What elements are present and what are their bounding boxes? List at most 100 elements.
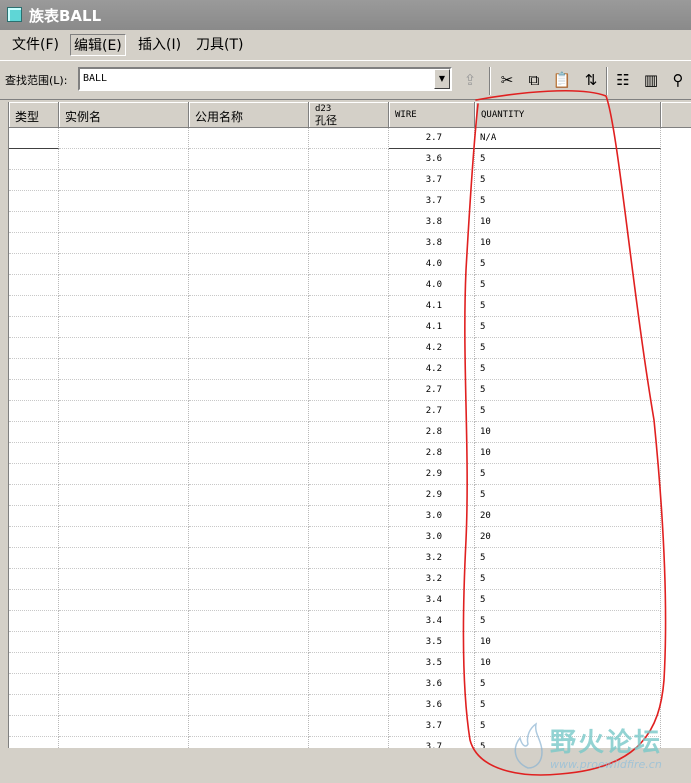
- cell-type[interactable]: [9, 338, 59, 359]
- cell-instance[interactable]: [59, 338, 189, 359]
- cell-common-name[interactable]: [189, 191, 309, 212]
- find-icon[interactable]: ⚲: [668, 70, 688, 90]
- cell-instance[interactable]: [59, 506, 189, 527]
- cell-quantity[interactable]: N/A: [475, 128, 661, 149]
- cell-common-name[interactable]: [189, 548, 309, 569]
- cell-wire[interactable]: 4.1: [389, 317, 475, 338]
- cell-d23[interactable]: [309, 338, 389, 359]
- cell-instance[interactable]: [59, 317, 189, 338]
- cell-type[interactable]: [9, 191, 59, 212]
- column-header-quantity[interactable]: QUANTITY: [475, 102, 661, 128]
- cell-wire[interactable]: 3.0: [389, 506, 475, 527]
- chevron-down-icon[interactable]: ▼: [434, 69, 450, 89]
- cell-d23[interactable]: [309, 422, 389, 443]
- cell-type[interactable]: [9, 233, 59, 254]
- cell-d23[interactable]: [309, 317, 389, 338]
- cell-common-name[interactable]: [189, 212, 309, 233]
- cell-common-name[interactable]: [189, 296, 309, 317]
- cell-common-name[interactable]: [189, 338, 309, 359]
- cell-wire[interactable]: 2.7: [389, 128, 475, 149]
- cell-type[interactable]: [9, 506, 59, 527]
- cell-d23[interactable]: [309, 485, 389, 506]
- cell-instance[interactable]: [59, 443, 189, 464]
- cell-d23[interactable]: [309, 464, 389, 485]
- cell-instance[interactable]: [59, 170, 189, 191]
- cell-common-name[interactable]: [189, 590, 309, 611]
- cell-quantity[interactable]: 5: [475, 485, 661, 506]
- paste-icon[interactable]: 📋: [552, 70, 572, 90]
- cell-wire[interactable]: 2.9: [389, 485, 475, 506]
- cell-type[interactable]: [9, 359, 59, 380]
- cell-wire[interactable]: 2.8: [389, 422, 475, 443]
- cell-d23[interactable]: [309, 674, 389, 695]
- cell-type[interactable]: [9, 254, 59, 275]
- column-header-instance[interactable]: 实例名: [59, 102, 189, 128]
- cell-type[interactable]: [9, 296, 59, 317]
- cell-wire[interactable]: 3.7: [389, 170, 475, 191]
- cell-wire[interactable]: 3.8: [389, 212, 475, 233]
- cell-type[interactable]: [9, 422, 59, 443]
- cell-quantity[interactable]: 5: [475, 611, 661, 632]
- cell-common-name[interactable]: [189, 464, 309, 485]
- cell-type[interactable]: [9, 716, 59, 737]
- cell-instance[interactable]: [59, 191, 189, 212]
- cell-wire[interactable]: 3.4: [389, 590, 475, 611]
- menu-file[interactable]: 文件(F): [9, 34, 62, 56]
- cell-common-name[interactable]: [189, 254, 309, 275]
- cell-common-name[interactable]: [189, 149, 309, 170]
- cell-d23[interactable]: [309, 506, 389, 527]
- cell-d23[interactable]: [309, 128, 389, 149]
- cell-quantity[interactable]: 5: [475, 674, 661, 695]
- cell-type[interactable]: [9, 128, 59, 149]
- cell-quantity[interactable]: 20: [475, 506, 661, 527]
- cell-instance[interactable]: [59, 359, 189, 380]
- cell-instance[interactable]: [59, 716, 189, 737]
- cell-instance[interactable]: [59, 653, 189, 674]
- cell-type[interactable]: [9, 632, 59, 653]
- cell-instance[interactable]: [59, 548, 189, 569]
- cell-common-name[interactable]: [189, 443, 309, 464]
- column-header-wire[interactable]: WIRE: [389, 102, 475, 128]
- cell-common-name[interactable]: [189, 128, 309, 149]
- cell-instance[interactable]: [59, 569, 189, 590]
- cell-instance[interactable]: [59, 380, 189, 401]
- cut-icon[interactable]: ✂: [497, 70, 517, 90]
- cell-common-name[interactable]: [189, 317, 309, 338]
- cell-d23[interactable]: [309, 737, 389, 748]
- cell-type[interactable]: [9, 653, 59, 674]
- cell-d23[interactable]: [309, 653, 389, 674]
- cell-instance[interactable]: [59, 674, 189, 695]
- cell-common-name[interactable]: [189, 506, 309, 527]
- cell-common-name[interactable]: [189, 695, 309, 716]
- cell-instance[interactable]: [59, 527, 189, 548]
- cell-instance[interactable]: [59, 422, 189, 443]
- menu-edit[interactable]: 编辑(E): [70, 34, 126, 56]
- cell-wire[interactable]: 3.7: [389, 737, 475, 748]
- up-folder-icon[interactable]: ⇪: [460, 70, 480, 90]
- cell-instance[interactable]: [59, 254, 189, 275]
- cell-wire[interactable]: 3.7: [389, 716, 475, 737]
- cell-quantity[interactable]: 5: [475, 695, 661, 716]
- cell-d23[interactable]: [309, 296, 389, 317]
- cell-quantity[interactable]: 10: [475, 653, 661, 674]
- cell-wire[interactable]: 3.8: [389, 233, 475, 254]
- cell-instance[interactable]: [59, 737, 189, 748]
- cell-common-name[interactable]: [189, 233, 309, 254]
- cell-d23[interactable]: [309, 443, 389, 464]
- cell-common-name[interactable]: [189, 380, 309, 401]
- column-header-type[interactable]: 类型: [9, 102, 59, 128]
- cell-d23[interactable]: [309, 212, 389, 233]
- cell-type[interactable]: [9, 611, 59, 632]
- cell-type[interactable]: [9, 212, 59, 233]
- cell-wire[interactable]: 2.7: [389, 401, 475, 422]
- cell-type[interactable]: [9, 443, 59, 464]
- cell-type[interactable]: [9, 170, 59, 191]
- cell-wire[interactable]: 4.0: [389, 275, 475, 296]
- cell-type[interactable]: [9, 737, 59, 748]
- cell-wire[interactable]: 4.0: [389, 254, 475, 275]
- cell-type[interactable]: [9, 674, 59, 695]
- cell-wire[interactable]: 3.2: [389, 569, 475, 590]
- cell-d23[interactable]: [309, 191, 389, 212]
- cell-common-name[interactable]: [189, 653, 309, 674]
- menu-insert[interactable]: 插入(I): [135, 34, 184, 56]
